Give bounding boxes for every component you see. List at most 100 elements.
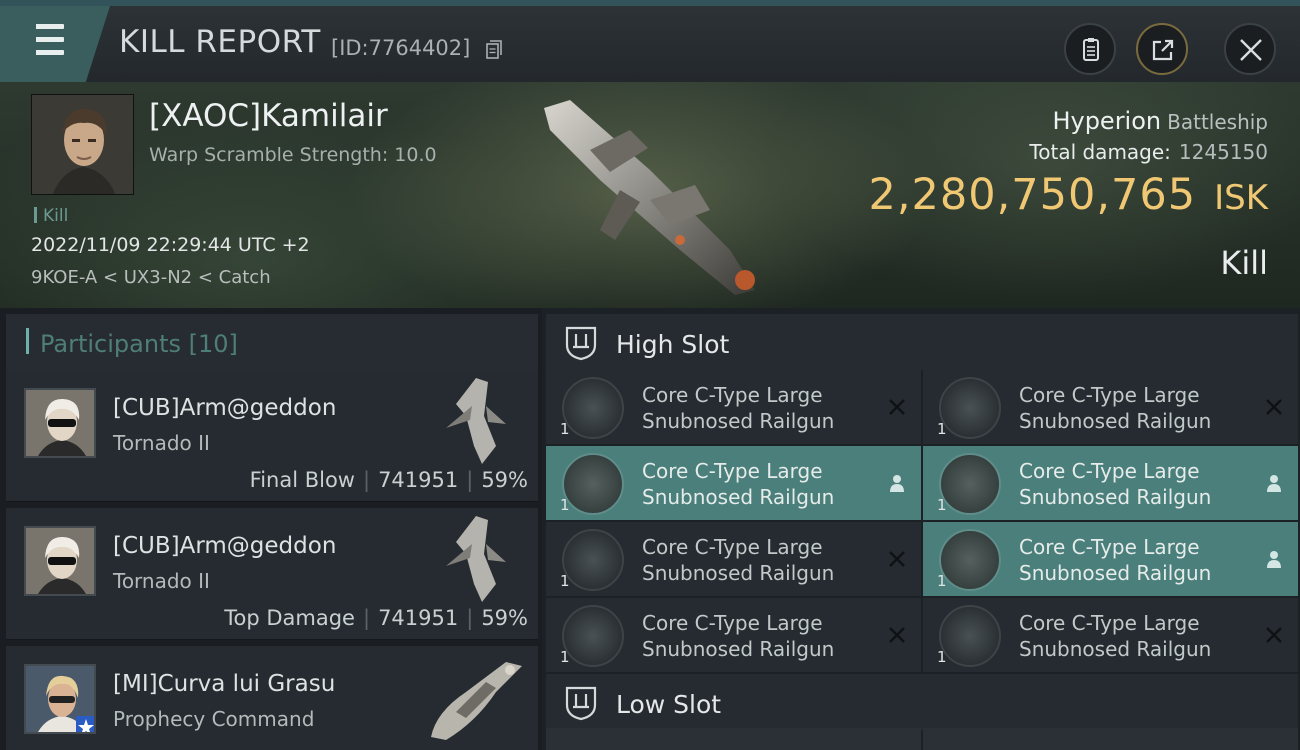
module-name-line2: Snubnosed Railgun xyxy=(1019,485,1212,509)
railgun-icon xyxy=(939,377,1001,439)
module-name-line1: Core C-Type Large xyxy=(642,459,823,483)
top-bar: KILL REPORT [ID:7764402] xyxy=(0,0,1300,82)
module-name-line1: Core C-Type Large xyxy=(1019,611,1200,635)
warp-scramble-strength: Warp Scramble Strength: 10.0 xyxy=(149,144,437,166)
participant-percent: 59% xyxy=(481,606,528,630)
destroyed-x-icon xyxy=(1266,627,1282,643)
timestamp: 2022/11/09 22:29:44 UTC +2 xyxy=(31,234,310,256)
participant-role: Final Blow xyxy=(249,468,355,492)
dropped-person-icon xyxy=(1267,551,1281,568)
module-item[interactable]: 1 Core C-Type Large Snubnosed Railgun xyxy=(546,446,921,520)
module-name: Core C-Type Large Snubnosed Railgun xyxy=(642,534,892,586)
module-item[interactable] xyxy=(923,728,1298,750)
participants-title: Participants [10] xyxy=(40,330,238,358)
avatar xyxy=(26,390,94,456)
module-quantity: 1 xyxy=(937,648,947,666)
module-name: Core C-Type Large Snubnosed Railgun xyxy=(1019,458,1269,510)
low-slot-list xyxy=(546,728,1298,750)
module-item[interactable]: 1 Core C-Type Large Snubnosed Railgun xyxy=(546,370,921,444)
total-damage-label: Total damage: xyxy=(1029,140,1171,164)
module-item[interactable]: 1 Core C-Type Large Snubnosed Railgun xyxy=(923,370,1298,444)
report-id: [ID:7764402] xyxy=(331,36,471,60)
railgun-icon xyxy=(939,605,1001,667)
location-breadcrumb[interactable]: 9KOE-A < UX3-N2 < Catch xyxy=(31,267,271,288)
participant-name[interactable]: [CUB]Arm@geddon xyxy=(113,533,336,559)
module-name-line1: Core C-Type Large xyxy=(642,383,823,407)
module-item[interactable]: 1 Core C-Type Large Snubnosed Railgun xyxy=(546,522,921,596)
share-button[interactable] xyxy=(1136,23,1188,75)
participant-ship-image[interactable] xyxy=(426,514,526,604)
railgun-icon xyxy=(562,529,624,591)
module-name-line1: Core C-Type Large xyxy=(1019,383,1200,407)
destroyed-x-icon xyxy=(889,551,905,567)
railgun-icon xyxy=(562,605,624,667)
module-name-line2: Snubnosed Railgun xyxy=(642,409,835,433)
victim-ship-image[interactable] xyxy=(530,90,770,302)
module-name-line1: Core C-Type Large xyxy=(1019,535,1200,559)
module-name-line2: Snubnosed Railgun xyxy=(642,485,835,509)
ship-name[interactable]: Hyperion xyxy=(1052,107,1161,135)
module-name-line2: Snubnosed Railgun xyxy=(642,561,835,585)
dropped-person-icon xyxy=(1267,475,1281,492)
share-icon xyxy=(1152,39,1174,61)
avatar xyxy=(26,666,94,732)
module-item[interactable]: 1 Core C-Type Large Snubnosed Railgun xyxy=(546,598,921,672)
participant-card[interactable]: [CUB]Arm@geddon Tornado II Final Blow | 74… xyxy=(6,370,538,502)
kill-tag: Kill xyxy=(34,206,68,226)
participant-name[interactable]: [MI]Curva lui Grasu xyxy=(113,671,335,697)
module-item[interactable]: 1 Core C-Type Large Snubnosed Railgun xyxy=(923,522,1298,596)
module-name: Core C-Type Large Snubnosed Railgun xyxy=(1019,534,1269,586)
participant-card[interactable]: [CUB]Arm@geddon Tornado II Top Damage | 74… xyxy=(6,508,538,640)
participant-damage: 741951 xyxy=(378,468,459,492)
victim-portrait[interactable] xyxy=(31,94,134,195)
module-name: Core C-Type Large Snubnosed Railgun xyxy=(1019,610,1269,662)
participant-card[interactable]: [MI]Curva lui Grasu Prophecy Command xyxy=(6,646,538,750)
low-slot-title: Low Slot xyxy=(616,690,722,719)
participant-portrait[interactable] xyxy=(24,388,96,458)
railgun-icon xyxy=(939,529,1001,591)
ship-class: Battleship xyxy=(1167,110,1268,134)
module-name-line1: Core C-Type Large xyxy=(642,611,823,635)
module-quantity: 1 xyxy=(937,496,947,514)
close-button[interactable] xyxy=(1224,23,1276,75)
participant-ship-image[interactable] xyxy=(426,376,526,466)
participant-ship-image[interactable] xyxy=(426,652,526,742)
low-slot-header[interactable]: Low Slot xyxy=(546,674,1298,730)
result-label: Kill xyxy=(1220,244,1268,282)
participant-role: Top Damage xyxy=(224,606,355,630)
participant-ship: Tornado II xyxy=(113,431,210,455)
high-slot-header[interactable]: High Slot xyxy=(546,314,1298,370)
module-name: Core C-Type Large Snubnosed Railgun xyxy=(642,382,892,434)
participant-ship: Tornado II xyxy=(113,569,210,593)
victim-header: [XAOC]Kamilair Warp Scramble Strength: 1… xyxy=(0,82,1300,308)
module-name-line1: Core C-Type Large xyxy=(1019,459,1200,483)
isk-line: 2,280,750,765 ISK xyxy=(869,170,1269,220)
participant-portrait[interactable] xyxy=(24,664,96,734)
participant-stats: Final Blow | 741951 | 59% xyxy=(249,468,528,492)
module-name: Core C-Type Large Snubnosed Railgun xyxy=(642,610,892,662)
isk-unit: ISK xyxy=(1214,178,1268,218)
module-name-line2: Snubnosed Railgun xyxy=(1019,409,1212,433)
participant-portrait[interactable] xyxy=(24,526,96,596)
avatar xyxy=(32,95,133,194)
clipboard-button[interactable] xyxy=(1064,23,1116,75)
participant-name[interactable]: [CUB]Arm@geddon xyxy=(113,395,336,421)
module-quantity: 1 xyxy=(560,648,570,666)
high-slot-title: High Slot xyxy=(616,330,730,359)
module-item[interactable]: 1 Core C-Type Large Snubnosed Railgun xyxy=(923,598,1298,672)
participant-stats: Top Damage | 741951 | 59% xyxy=(224,606,528,630)
close-icon xyxy=(1240,39,1262,61)
victim-name[interactable]: [XAOC]Kamilair xyxy=(149,98,388,134)
module-item[interactable] xyxy=(546,728,921,750)
isk-value: 2,280,750,765 xyxy=(868,170,1197,220)
participant-percent: 59% xyxy=(481,468,528,492)
ship-type-line: Hyperion Battleship xyxy=(1052,107,1268,135)
menu-icon xyxy=(26,24,64,56)
menu-button[interactable] xyxy=(0,6,110,82)
railgun-icon xyxy=(939,453,1001,515)
module-quantity: 1 xyxy=(937,420,947,438)
copy-icon[interactable] xyxy=(486,40,502,60)
module-quantity: 1 xyxy=(937,572,947,590)
module-item[interactable]: 1 Core C-Type Large Snubnosed Railgun xyxy=(923,446,1298,520)
module-quantity: 1 xyxy=(560,572,570,590)
